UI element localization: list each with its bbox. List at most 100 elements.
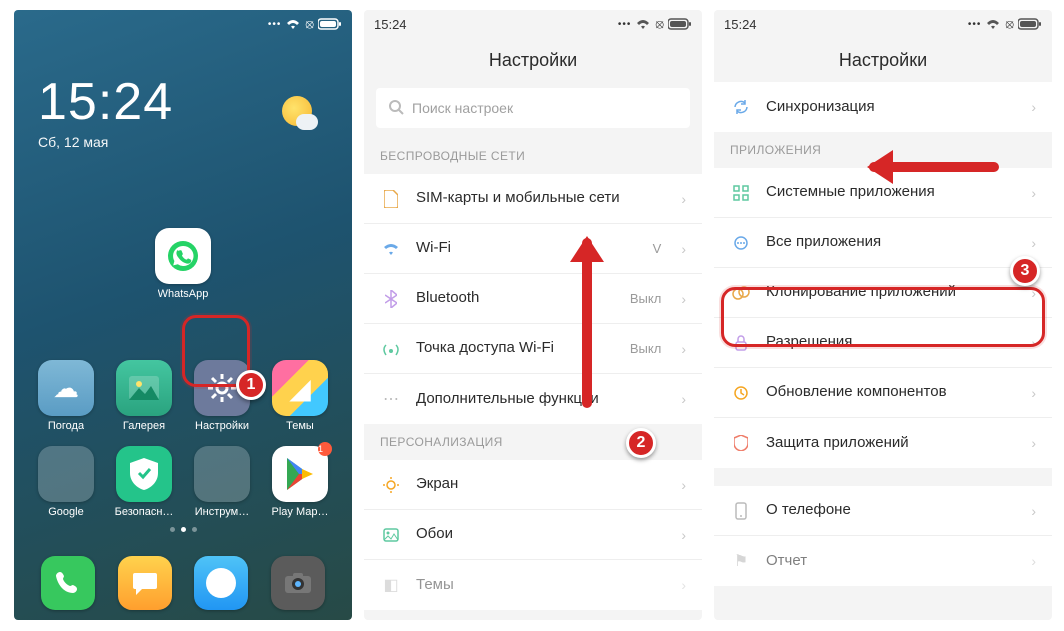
app-gallery[interactable]: Галерея [112, 360, 176, 432]
row-more[interactable]: ⋯ Дополнительные функции › [364, 374, 702, 424]
app-security[interactable]: Безопасн… [112, 446, 176, 518]
themes-icon: ◧ [380, 575, 402, 595]
row-label: Защита приложений [766, 434, 1017, 453]
dock-phone[interactable] [41, 556, 95, 610]
chevron-right-icon: › [681, 191, 686, 207]
dock-messages[interactable] [118, 556, 172, 610]
sim-icon [380, 190, 402, 208]
vibrate-icon: ⦻ [305, 16, 314, 32]
statusbar-dots-icon: ••• [268, 19, 282, 30]
screen-home: ••• ⦻ 15:24 Сб, 12 мая WhatsApp ☁ Погода [14, 10, 352, 620]
row-report[interactable]: ⚑ Отчет › [714, 536, 1052, 586]
app-label: Инструм… [195, 506, 249, 518]
row-value: Выкл [630, 291, 661, 306]
marker-1: 1 [236, 370, 266, 400]
app-label: Галерея [123, 420, 165, 432]
chevron-right-icon: › [681, 341, 686, 357]
wifi-icon [380, 242, 402, 256]
app-whatsapp[interactable]: WhatsApp [155, 228, 211, 300]
clock-widget[interactable]: 15:24 Сб, 12 мая [14, 38, 352, 150]
app-weather[interactable]: ☁ Погода [34, 360, 98, 432]
screen-settings-top: 15:24 ••• ⦻ Настройки Поиск настроек БЕС… [364, 10, 702, 620]
row-label: Отчет [766, 552, 1017, 571]
report-icon: ⚑ [730, 551, 752, 571]
wifi-icon [985, 15, 1001, 33]
updates-icon [730, 385, 752, 401]
vibrate-icon: ⦻ [1005, 16, 1014, 32]
page-indicator [14, 527, 352, 532]
row-all-apps[interactable]: Все приложения › [714, 218, 1052, 268]
app-label: Google [48, 506, 83, 518]
row-sim[interactable]: SIM-карты и мобильные сети › [364, 174, 702, 224]
wifi-icon [635, 15, 651, 33]
protection-icon [730, 435, 752, 451]
chevron-right-icon: › [1031, 503, 1036, 519]
clock-date: Сб, 12 мая [38, 134, 352, 150]
row-label: Wi-Fi [416, 239, 639, 258]
row-themes[interactable]: ◧ Темы › [364, 560, 702, 610]
chevron-right-icon: › [1031, 553, 1036, 569]
row-bluetooth[interactable]: Bluetooth Выкл › [364, 274, 702, 324]
chevron-right-icon: › [681, 391, 686, 407]
row-label: Обои [416, 525, 667, 544]
spacer [714, 468, 1052, 486]
search-input[interactable]: Поиск настроек [376, 88, 690, 128]
row-label: Экран [416, 475, 667, 494]
page-title: Настройки [364, 38, 702, 82]
statusbar: 15:24 ••• ⦻ [364, 10, 702, 38]
app-tools-folder[interactable]: Инструм… [190, 446, 254, 518]
marker-3: 3 [1010, 256, 1040, 286]
row-hotspot[interactable]: Точка доступа Wi-Fi Выкл › [364, 324, 702, 374]
app-label: WhatsApp [158, 288, 209, 300]
statusbar-home: ••• ⦻ [14, 10, 352, 38]
chevron-right-icon: › [1031, 385, 1036, 401]
chevron-right-icon: › [1031, 235, 1036, 251]
app-label: Погода [48, 420, 84, 432]
chevron-right-icon: › [681, 477, 686, 493]
row-label: Все приложения [766, 233, 1017, 252]
weather-icon[interactable] [282, 96, 312, 126]
row-updates[interactable]: Обновление компонентов › [714, 368, 1052, 418]
row-label: Системные приложения [766, 183, 1017, 202]
row-value: V [653, 241, 662, 256]
search-placeholder: Поиск настроек [412, 100, 513, 116]
chevron-right-icon: › [681, 577, 686, 593]
more-icon: ⋯ [380, 389, 402, 409]
row-sync[interactable]: Синхронизация › [714, 82, 1052, 132]
app-google-folder[interactable]: Google [34, 446, 98, 518]
row-label: Обновление компонентов [766, 383, 1017, 402]
row-wallpaper[interactable]: Обои › [364, 510, 702, 560]
about-icon [730, 502, 752, 520]
row-about[interactable]: О телефоне › [714, 486, 1052, 536]
app-label: Play Мар… [272, 506, 329, 518]
bluetooth-icon [380, 290, 402, 308]
app-label: Безопасн… [115, 506, 174, 518]
page-title: Настройки [714, 38, 1052, 82]
statusbar-dots-icon: ••• [968, 19, 982, 30]
statusbar-dots-icon: ••• [618, 19, 632, 30]
section-wireless: БЕСПРОВОДНЫЕ СЕТИ [364, 138, 702, 174]
row-protection[interactable]: Защита приложений › [714, 418, 1052, 468]
statusbar: 15:24 ••• ⦻ [714, 10, 1052, 38]
dock-camera[interactable] [271, 556, 325, 610]
vibrate-icon: ⦻ [655, 16, 664, 32]
sync-icon [730, 99, 752, 115]
statusbar-time: 15:24 [724, 17, 757, 32]
search-icon [388, 99, 404, 118]
chevron-right-icon: › [1031, 99, 1036, 115]
scroll-up-arrow-icon [582, 238, 592, 408]
wallpaper-icon [380, 528, 402, 542]
row-wifi[interactable]: Wi-Fi V › [364, 224, 702, 274]
highlight-clone-row [721, 287, 1045, 347]
app-play-store[interactable]: 1 Play Мар… [268, 446, 332, 518]
app-themes[interactable]: ◢ Темы [268, 360, 332, 432]
display-icon [380, 477, 402, 493]
row-label: Темы [416, 576, 667, 595]
chevron-right-icon: › [1031, 185, 1036, 201]
dock [14, 556, 352, 610]
row-display[interactable]: Экран › [364, 460, 702, 510]
app-label: Темы [286, 420, 314, 432]
badge-count: 1 [318, 442, 332, 456]
dock-browser[interactable] [194, 556, 248, 610]
arrow-to-section-icon [869, 162, 999, 172]
